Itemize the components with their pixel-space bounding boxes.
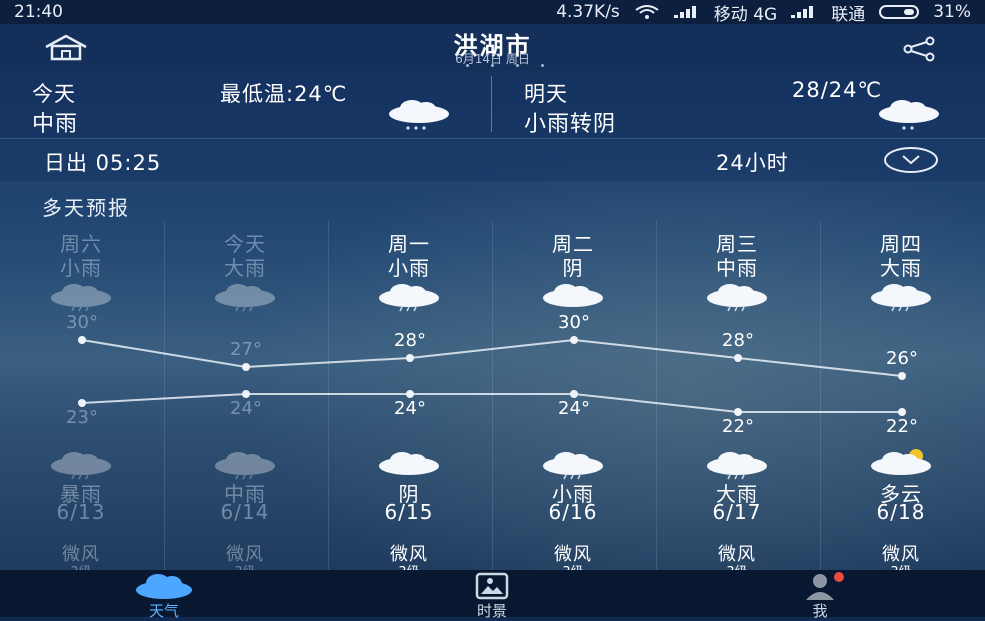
high-temp-label: 26° xyxy=(886,348,918,369)
tab-me[interactable]: 我 xyxy=(760,570,880,620)
forecast-day[interactable]: 周四 大雨 多云 6/18 微风 3级 xyxy=(820,228,982,573)
cloud-icon xyxy=(543,284,603,307)
bottom-tab-bar: 天气 时景 我 xyxy=(0,570,985,620)
share-icon[interactable] xyxy=(896,36,944,62)
day-condition: 中雨 xyxy=(716,256,758,280)
high-temp-label: 28° xyxy=(394,330,426,351)
chevron-down-icon[interactable] xyxy=(883,146,939,174)
rain-cloud-icon xyxy=(215,284,275,312)
summary-panel: 今天 最低温:24℃ 中雨 明天 28/24℃ 小雨转阴 xyxy=(0,70,985,138)
signal-icon xyxy=(673,6,700,18)
day-condition: 小雨 xyxy=(388,256,430,280)
today-low-temp: 最低温:24℃ xyxy=(220,82,348,106)
summary-divider xyxy=(491,76,492,132)
low-temp-label: 22° xyxy=(886,416,918,437)
rain-cloud-icon xyxy=(51,452,111,480)
carrier-1: 移动 4G xyxy=(713,4,778,25)
rain-cloud-icon xyxy=(879,100,939,130)
sunrise-time: 日出 05:25 xyxy=(44,151,162,175)
hourly-toggle-label[interactable]: 24小时 xyxy=(716,147,789,177)
low-temp-label: 22° xyxy=(722,416,754,437)
tomorrow-label: 明天 xyxy=(524,82,568,106)
day-date: 6/14 xyxy=(220,500,270,524)
battery-icon xyxy=(879,5,920,19)
tomorrow-condition: 小雨转阴 xyxy=(524,112,617,137)
signal-icon-2 xyxy=(791,6,817,18)
battery-level: 31% xyxy=(933,2,971,22)
high-temp-label: 30° xyxy=(558,312,590,333)
low-temp-label: 23° xyxy=(66,407,98,428)
tab-label: 我 xyxy=(812,602,828,620)
day-date: 6/16 xyxy=(548,500,598,524)
day-date: 6/18 xyxy=(876,500,926,524)
photo-icon xyxy=(475,572,509,600)
forecast-day[interactable]: 周三 中雨 大雨 6/17 微风 3级 xyxy=(656,228,818,573)
low-temp-label: 24° xyxy=(558,398,590,419)
today-condition: 中雨 xyxy=(32,112,79,137)
rain-cloud-icon xyxy=(543,452,603,480)
day-date: 6/15 xyxy=(384,500,434,524)
cloud-icon xyxy=(136,574,192,599)
page-indicator xyxy=(466,64,544,67)
high-temp-label: 28° xyxy=(722,330,754,351)
rain-cloud-icon xyxy=(707,452,767,480)
forecast-title: 多天预报 xyxy=(42,196,130,220)
tab-weather[interactable]: 天气 xyxy=(104,570,224,620)
rain-cloud-icon xyxy=(707,284,767,312)
tomorrow-temp: 28/24℃ xyxy=(792,78,883,102)
day-date: 6/17 xyxy=(712,500,762,524)
low-temp-label: 24° xyxy=(230,398,262,419)
forecast-day[interactable]: 周六 小雨 暴雨 6/13 微风 3级 xyxy=(0,228,162,573)
high-temp-label: 30° xyxy=(66,312,98,333)
low-temp-label: 24° xyxy=(394,398,426,419)
day-date: 6/13 xyxy=(56,500,106,524)
tab-label: 时景 xyxy=(476,602,507,620)
status-bar: 21:40 4.37K/s 移动 4G 联通 31% xyxy=(0,0,985,25)
rain-cloud-icon xyxy=(871,284,931,312)
person-icon xyxy=(806,572,844,600)
sunrise-row: 日出 05:25 24小时 xyxy=(0,138,985,181)
high-temp-label: 27° xyxy=(230,339,262,360)
app-header: 洪湖市 6月14日 周日 xyxy=(0,24,985,70)
today-label: 今天 xyxy=(32,82,76,106)
status-indicators: 4.37K/s 移动 4G 联通 31% xyxy=(556,0,971,25)
tab-label: 天气 xyxy=(148,602,179,620)
status-time: 21:40 xyxy=(14,2,63,22)
rain-cloud-icon xyxy=(379,284,439,312)
day-condition: 小雨 xyxy=(60,256,102,280)
tab-scenes[interactable]: 时景 xyxy=(432,570,552,620)
partly-cloudy-icon xyxy=(871,449,931,475)
wifi-icon xyxy=(635,5,659,19)
day-condition: 大雨 xyxy=(880,256,922,280)
rain-cloud-icon xyxy=(389,100,449,130)
day-condition: 阴 xyxy=(562,256,584,280)
cloud-icon xyxy=(379,452,439,475)
rain-cloud-icon xyxy=(51,284,111,312)
day-condition: 大雨 xyxy=(224,256,266,280)
rain-cloud-icon xyxy=(215,452,275,480)
carrier-2: 联通 xyxy=(831,4,866,25)
network-speed: 4.37K/s xyxy=(556,2,620,22)
